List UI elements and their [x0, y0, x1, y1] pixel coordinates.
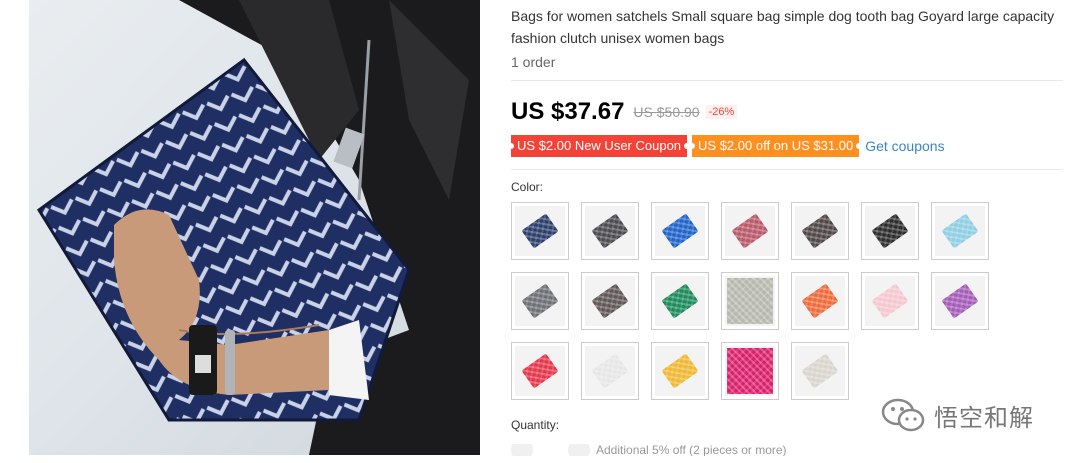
bag-thumbnail-icon: [801, 283, 839, 319]
swatch-thumbnail: [585, 276, 635, 326]
color-swatch-grid: [511, 202, 1066, 400]
swatch-thumbnail: [935, 276, 985, 326]
bag-thumbnail-icon: [731, 213, 769, 249]
color-swatch-magenta-photo[interactable]: [721, 342, 779, 400]
new-user-coupon[interactable]: US $2.00 New User Coupon: [507, 135, 691, 157]
bag-thumbnail-icon: [591, 283, 629, 319]
order-count: 1 order: [511, 54, 556, 70]
decrease-quantity-button[interactable]: [511, 444, 533, 456]
swatch-thumbnail: [865, 206, 915, 256]
bag-thumbnail-icon: [801, 353, 839, 389]
swatch-thumbnail: [935, 206, 985, 256]
bag-thumbnail-icon: [521, 213, 559, 249]
bag-thumbnail-icon: [591, 353, 629, 389]
swatch-thumbnail: [585, 346, 635, 396]
swatch-thumbnail: [515, 276, 565, 326]
bulk-discount-note: Additional 5% off (2 pieces or more): [596, 444, 787, 456]
bag-thumbnail-icon: [801, 213, 839, 249]
color-label: Color:: [511, 180, 544, 194]
bag-thumbnail-icon: [591, 213, 629, 249]
swatch-thumbnail: [725, 276, 775, 326]
color-swatch-navy[interactable]: [511, 202, 569, 260]
swatch-thumbnail: [725, 346, 775, 396]
swatch-thumbnail: [725, 206, 775, 256]
original-price: US $50.90: [633, 104, 700, 120]
increase-quantity-button[interactable]: [568, 444, 590, 456]
color-swatch-white[interactable]: [581, 342, 639, 400]
product-main-image[interactable]: [29, 0, 480, 455]
color-swatch-charcoal[interactable]: [791, 202, 849, 260]
watermark-text: 悟空和解: [934, 403, 1034, 432]
bag-thumbnail-icon: [727, 278, 773, 324]
swatch-thumbnail: [795, 346, 845, 396]
divider: [511, 169, 1063, 170]
swatch-thumbnail: [655, 276, 705, 326]
color-swatch-brown-gray[interactable]: [581, 272, 639, 330]
color-swatch-gray[interactable]: [511, 272, 569, 330]
bag-thumbnail-icon: [941, 283, 979, 319]
color-swatch-orange[interactable]: [791, 272, 849, 330]
clutch-bag-illustration: [36, 0, 480, 455]
price-row: US $37.67 US $50.90 -26%: [511, 97, 1066, 127]
color-swatch-sky-blue[interactable]: [931, 202, 989, 260]
color-swatch-cream[interactable]: [791, 342, 849, 400]
bag-thumbnail-icon: [521, 283, 559, 319]
color-swatch-dark-gray[interactable]: [581, 202, 639, 260]
bag-thumbnail-icon: [521, 353, 559, 389]
discount-badge: -26%: [705, 105, 738, 119]
swatch-thumbnail: [655, 346, 705, 396]
color-swatch-blue[interactable]: [651, 202, 709, 260]
color-swatch-red[interactable]: [511, 342, 569, 400]
swatch-thumbnail: [795, 276, 845, 326]
swatch-thumbnail: [585, 206, 635, 256]
color-swatch-green[interactable]: [651, 272, 709, 330]
bag-thumbnail-icon: [871, 283, 909, 319]
bag-thumbnail-icon: [871, 213, 909, 249]
color-swatch-gray-photo[interactable]: [721, 272, 779, 330]
get-coupons-link[interactable]: Get coupons: [865, 138, 944, 154]
bag-thumbnail-icon: [661, 283, 699, 319]
color-swatch-pink[interactable]: [861, 272, 919, 330]
wechat-watermark: 悟空和解: [880, 395, 1034, 435]
bag-thumbnail-icon: [661, 213, 699, 249]
swatch-thumbnail: [655, 206, 705, 256]
color-swatch-purple[interactable]: [931, 272, 989, 330]
wechat-icon: [881, 398, 925, 432]
swatch-thumbnail: [515, 206, 565, 256]
product-title: Bags for women satchels Small square bag…: [511, 8, 1055, 46]
store-coupon[interactable]: US $2.00 off on US $31.00: [689, 135, 863, 157]
bag-thumbnail-icon: [941, 213, 979, 249]
swatch-thumbnail: [865, 276, 915, 326]
swatch-thumbnail: [515, 346, 565, 396]
bag-thumbnail-icon: [661, 353, 699, 389]
coupon-row: US $2.00 New User Coupon US $2.00 off on…: [507, 135, 1066, 157]
divider: [511, 80, 1063, 81]
swatch-thumbnail: [795, 206, 845, 256]
color-swatch-black[interactable]: [861, 202, 919, 260]
bag-thumbnail-icon: [727, 348, 773, 394]
color-swatch-rose[interactable]: [721, 202, 779, 260]
color-swatch-yellow[interactable]: [651, 342, 709, 400]
product-info-panel: Bags for women satchels Small square bag…: [507, 0, 1066, 456]
quantity-stepper: Additional 5% off (2 pieces or more): [511, 444, 1066, 456]
current-price: US $37.67: [511, 98, 625, 125]
